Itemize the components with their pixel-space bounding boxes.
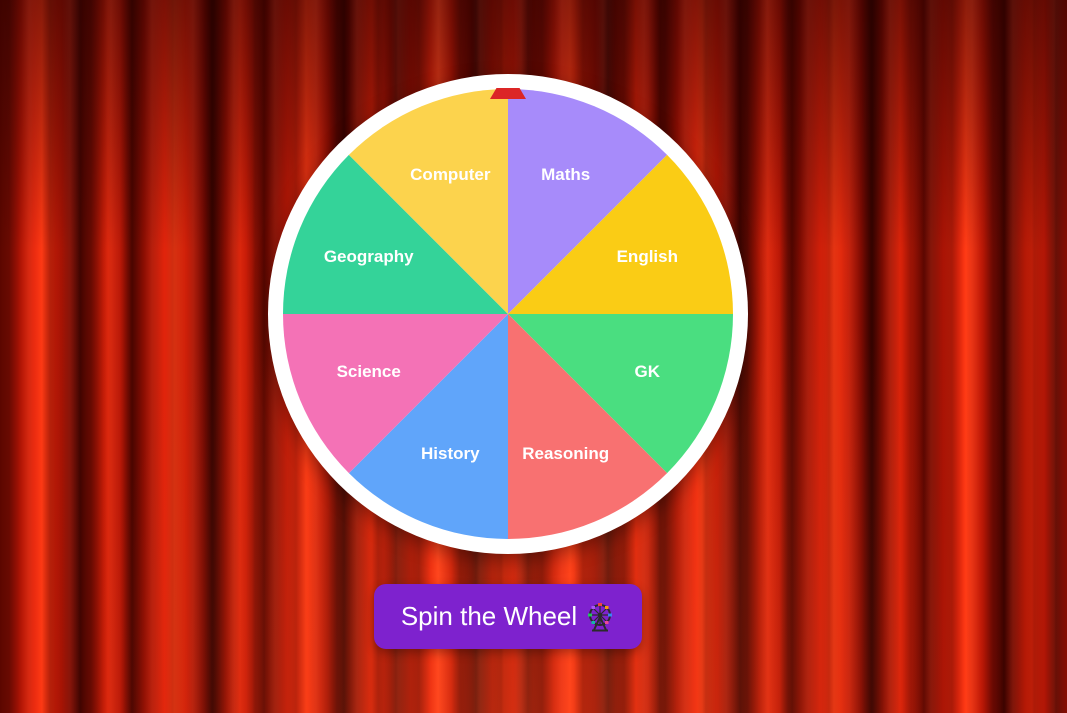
wheel-segments[interactable]: Maths English GK Reasoning History Science Geo… bbox=[283, 89, 733, 539]
wheel-label-computer: Computer bbox=[410, 165, 491, 184]
wheel-label-science: Science bbox=[337, 362, 401, 381]
ferris-wheel-icon bbox=[585, 602, 615, 632]
wheel-label-gk: GK bbox=[635, 362, 661, 381]
wheel-label-reasoning: Reasoning bbox=[522, 444, 609, 463]
spin-button-label: Spin the Wheel bbox=[400, 601, 578, 631]
spin-button[interactable]: Spin the Wheel bbox=[374, 584, 642, 649]
wheel-label-geography: Geography bbox=[324, 247, 414, 266]
wheel-label-history: History bbox=[421, 444, 480, 463]
prize-wheel[interactable]: Maths English GK Reasoning History Science Geo… bbox=[268, 74, 748, 554]
wheel-label-maths: Maths bbox=[541, 165, 590, 184]
wheel-label-english: English bbox=[617, 247, 678, 266]
